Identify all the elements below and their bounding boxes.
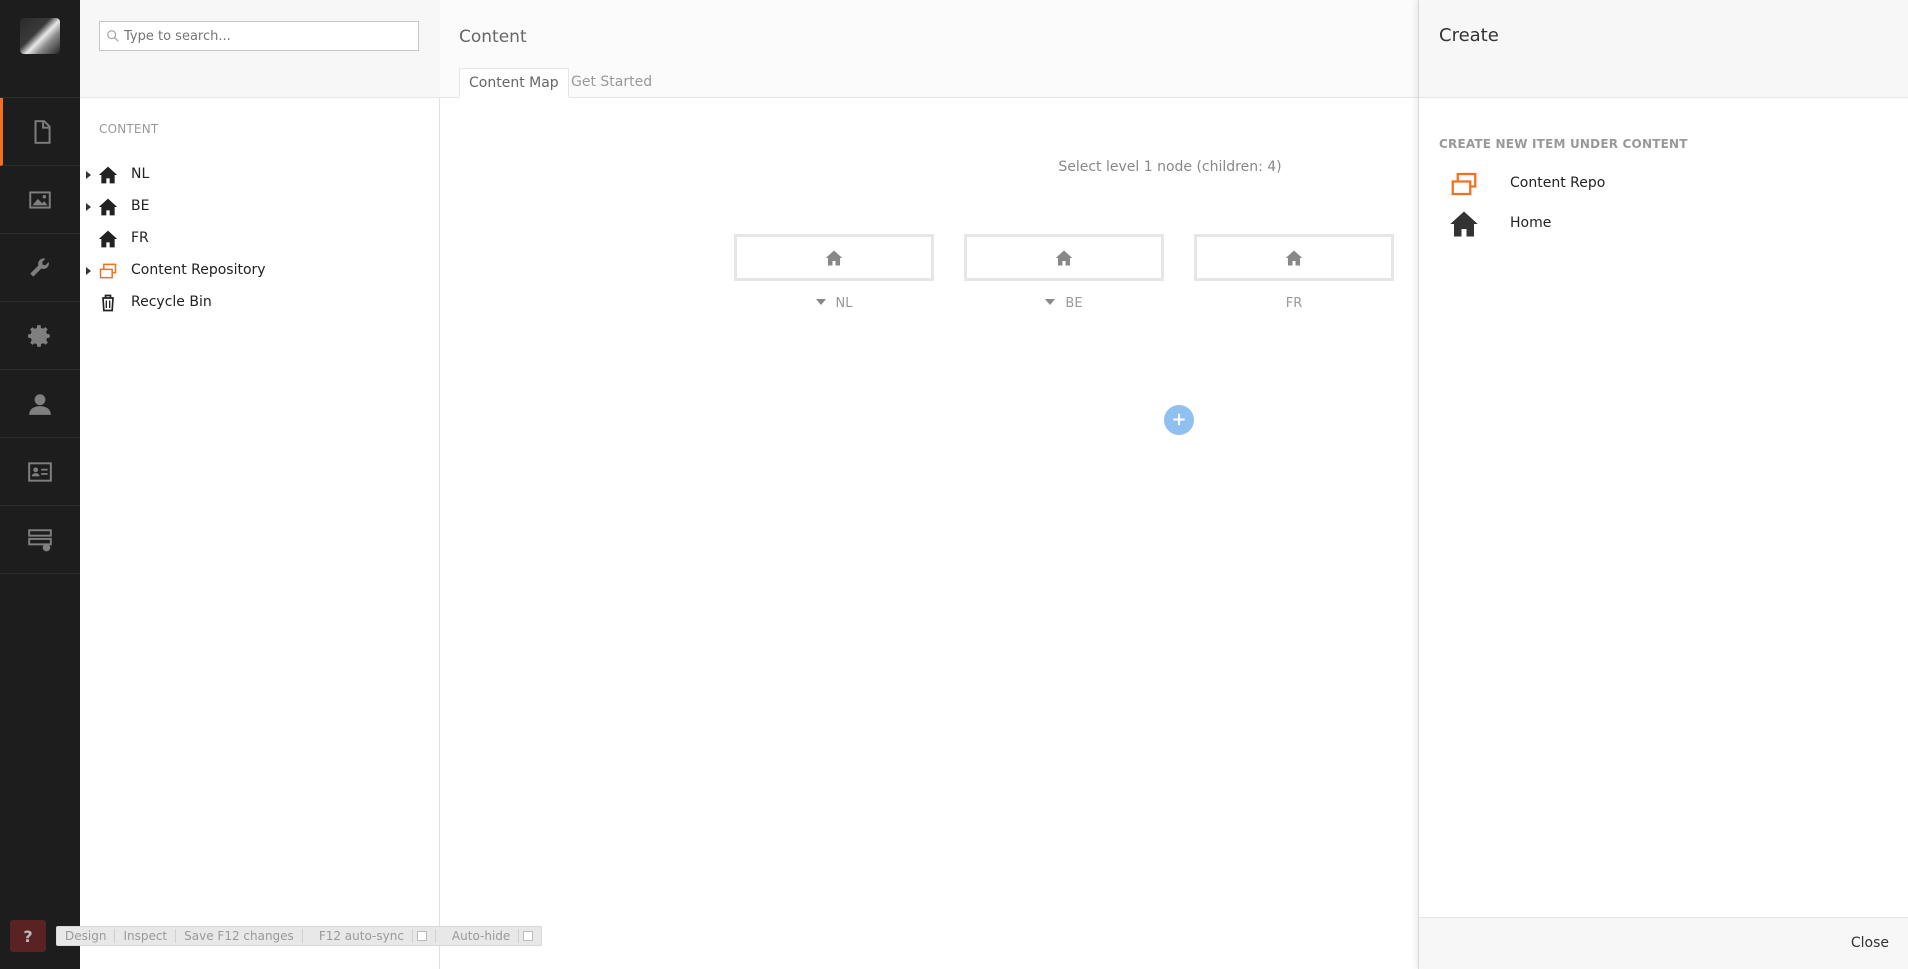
help-logo-icon[interactable]: ? <box>10 920 46 952</box>
member-card-icon <box>28 461 52 482</box>
dev-tools: Design Inspect Save F12 changes F12 auto… <box>56 926 543 946</box>
content-icon <box>34 119 51 144</box>
node-label-fr[interactable]: FR <box>1194 296 1394 311</box>
nav-developer[interactable] <box>0 302 80 370</box>
home-icon <box>98 198 118 216</box>
windows-icon <box>1451 172 1477 196</box>
tree-item-fr[interactable]: FR <box>80 226 440 252</box>
tree-item-be[interactable]: BE <box>80 194 440 220</box>
home-icon <box>1285 250 1303 265</box>
tree-heading: CONTENT <box>99 122 159 136</box>
settings-wrench-icon <box>30 257 49 277</box>
tree-item-label: FR <box>131 230 149 246</box>
tree-item-nl[interactable]: NL <box>80 162 440 188</box>
dev-toolbar: ? Design Inspect Save F12 changes F12 au… <box>10 920 543 952</box>
node-label-be[interactable]: BE <box>964 296 1164 311</box>
tab-content-map[interactable]: Content Map <box>459 68 569 98</box>
windows-icon <box>99 263 117 279</box>
nav-content[interactable] <box>0 98 80 166</box>
home-icon <box>825 250 843 265</box>
node-card-be[interactable] <box>964 234 1164 281</box>
create-subtitle: CREATE NEW ITEM UNDER CONTENT <box>1439 137 1688 151</box>
expand-caret-icon[interactable] <box>86 203 91 211</box>
add-node-button[interactable]: + <box>1164 405 1194 435</box>
save-changes-button[interactable]: Save F12 changes <box>176 929 303 943</box>
auto-sync-label: F12 auto-sync <box>310 929 413 943</box>
auto-hide-checkbox[interactable] <box>523 931 534 941</box>
node-card-nl[interactable] <box>734 234 934 281</box>
home-icon <box>98 230 118 248</box>
create-item-label: Home <box>1510 215 1552 231</box>
main-content: Content Content Map Get Started Select l… <box>440 0 1418 969</box>
nav-media[interactable] <box>0 166 80 234</box>
tree-item-content-repository[interactable]: Content Repository <box>80 258 440 284</box>
content-tree-panel: CONTENT NL BE FR Content Repository Recy… <box>80 0 440 969</box>
create-title: Create <box>1439 25 1499 46</box>
home-icon <box>1450 211 1478 237</box>
tree-item-recycle-bin[interactable]: Recycle Bin <box>80 290 440 316</box>
tree-item-label: NL <box>131 166 150 182</box>
dropdown-caret-icon[interactable] <box>815 299 826 305</box>
main-navigation <box>0 0 80 969</box>
node-label-text: NL <box>835 296 853 311</box>
auto-hide-toggle[interactable]: Auto-hide <box>436 929 541 943</box>
search-input[interactable] <box>124 26 414 46</box>
nav-users[interactable] <box>0 370 80 438</box>
page-title: Content <box>459 27 527 47</box>
forms-icon <box>28 528 52 551</box>
expand-caret-icon[interactable] <box>86 267 91 275</box>
create-footer: Close <box>1419 917 1908 969</box>
tab-get-started[interactable]: Get Started <box>562 68 661 98</box>
auto-sync-toggle[interactable]: F12 auto-sync <box>303 929 436 943</box>
auto-hide-label: Auto-hide <box>443 929 520 943</box>
tree-item-label: BE <box>131 198 150 214</box>
nav-settings[interactable] <box>0 234 80 302</box>
search-box[interactable] <box>99 21 419 51</box>
home-icon <box>1055 250 1073 265</box>
close-button[interactable]: Close <box>1851 935 1889 951</box>
gear-icon <box>28 324 50 347</box>
trash-icon <box>102 294 114 312</box>
dropdown-caret-icon[interactable] <box>1045 299 1056 305</box>
expand-caret-icon[interactable] <box>86 171 91 179</box>
search-bar <box>80 0 440 98</box>
create-panel: Create CREATE NEW ITEM UNDER CONTENT Con… <box>1418 0 1908 969</box>
node-label-text: FR <box>1285 296 1303 311</box>
create-item-label: Content Repo <box>1510 175 1606 191</box>
nav-forms[interactable] <box>0 506 80 574</box>
create-header: Create <box>1419 0 1908 98</box>
node-label-text: BE <box>1065 296 1083 311</box>
auto-sync-checkbox[interactable] <box>416 931 427 941</box>
inspect-button[interactable]: Inspect <box>115 929 177 943</box>
main-header: Content Content Map Get Started <box>440 0 1418 98</box>
tree-item-label: Content Repository <box>131 262 266 278</box>
nav-members[interactable] <box>0 438 80 506</box>
search-icon <box>107 30 119 42</box>
create-item-content-repo[interactable]: Content Repo <box>1419 166 1908 202</box>
design-button[interactable]: Design <box>57 929 116 943</box>
tree-item-label: Recycle Bin <box>131 294 212 310</box>
node-label-nl[interactable]: NL <box>734 296 934 311</box>
user-icon <box>29 393 51 415</box>
avatar[interactable] <box>20 18 60 54</box>
create-item-home[interactable]: Home <box>1419 206 1908 242</box>
media-icon <box>29 190 51 209</box>
home-icon <box>98 166 118 184</box>
node-card-fr[interactable] <box>1194 234 1394 281</box>
